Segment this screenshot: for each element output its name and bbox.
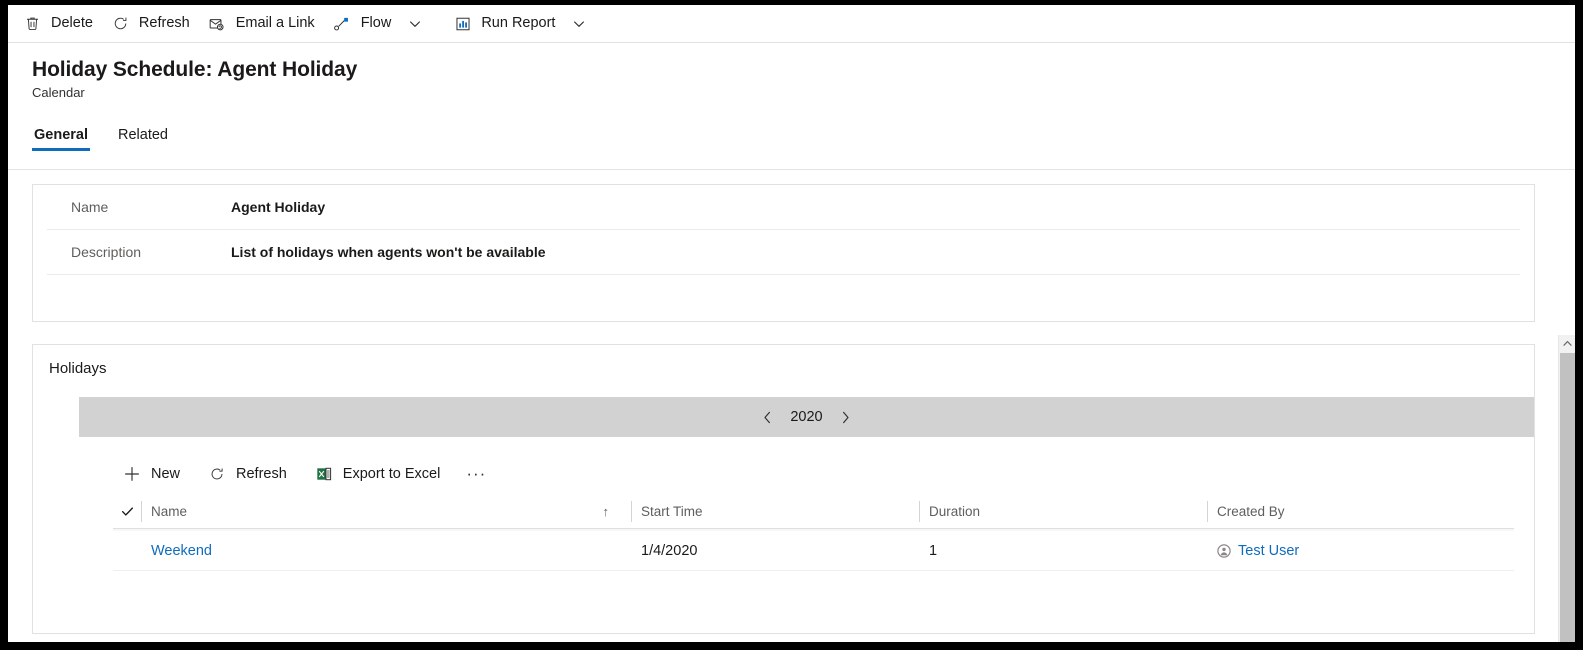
tab-related[interactable]: Related	[116, 127, 170, 151]
holidays-section-title: Holidays	[49, 360, 107, 377]
column-header-duration[interactable]: Duration	[919, 495, 1207, 528]
new-button[interactable]: New	[113, 458, 190, 490]
excel-icon	[315, 465, 333, 483]
cell-name: Weekend	[141, 531, 631, 570]
description-field-label: Description	[71, 244, 142, 260]
delete-label: Delete	[51, 15, 93, 32]
cell-duration: 1	[929, 542, 938, 559]
column-header-name-label: Name	[151, 504, 188, 519]
holidays-section-panel: Holidays 2020 New Refresh Export to Exce…	[32, 344, 1535, 634]
email-link-icon	[208, 14, 227, 33]
description-field-value[interactable]: List of holidays when agents won't be av…	[231, 244, 546, 260]
app-frame: Delete Refresh Email a Link Flow Run Rep…	[8, 5, 1575, 642]
export-to-excel-label: Export to Excel	[342, 466, 441, 482]
run-report-label: Run Report	[481, 15, 556, 32]
run-report-chevron-down-icon[interactable]	[566, 9, 592, 39]
flow-button[interactable]: Flow	[324, 7, 401, 41]
subgrid-refresh-button[interactable]: Refresh	[198, 458, 297, 490]
sort-ascending-icon: ↑	[602, 504, 610, 519]
report-icon	[453, 14, 472, 33]
plus-icon	[123, 465, 141, 483]
year-navigation: 2020	[754, 404, 858, 430]
page-title: Holiday Schedule: Agent Holiday	[32, 58, 358, 81]
subgrid-command-bar: New Refresh Export to Excel ···	[113, 453, 1534, 495]
column-header-duration-label: Duration	[929, 504, 981, 519]
column-header-start-time-label: Start Time	[641, 504, 703, 519]
next-year-button[interactable]	[833, 404, 859, 430]
holidays-grid: Name ↑ Start Time Duration Created By We…	[113, 495, 1514, 571]
run-report-button[interactable]: Run Report	[444, 7, 564, 41]
page-subtitle: Calendar	[32, 85, 85, 100]
tab-general-label: General	[34, 127, 88, 143]
flow-label: Flow	[360, 15, 392, 32]
new-label: New	[151, 466, 181, 482]
refresh-icon	[111, 14, 130, 33]
email-a-link-button[interactable]: Email a Link	[199, 7, 324, 41]
general-section-panel: Name Agent Holiday Description List of h…	[32, 184, 1535, 322]
previous-year-button[interactable]	[754, 404, 780, 430]
cell-start-time: 1/4/2020	[641, 542, 698, 559]
grid-header-row: Name ↑ Start Time Duration Created By	[113, 495, 1514, 529]
field-row-description: Description List of holidays when agents…	[47, 230, 1520, 275]
tab-general[interactable]: General	[32, 127, 90, 151]
refresh-button[interactable]: Refresh	[102, 7, 199, 41]
avatar	[1217, 543, 1231, 558]
year-navigation-bar: 2020	[79, 397, 1534, 437]
subgrid-refresh-label: Refresh	[236, 466, 287, 482]
export-to-excel-button[interactable]: Export to Excel	[305, 458, 451, 490]
form-scroll-area: Name Agent Holiday Description List of h…	[8, 169, 1575, 642]
email-a-link-label: Email a Link	[235, 15, 315, 32]
created-by-link[interactable]: Test User	[1238, 543, 1299, 559]
name-field-label: Name	[71, 199, 109, 215]
cell-created-by: Test User	[1207, 531, 1497, 570]
more-commands-button[interactable]: ···	[462, 460, 490, 488]
column-header-start-time[interactable]: Start Time	[631, 495, 919, 528]
vertical-scrollbar[interactable]	[1558, 335, 1575, 642]
trash-icon	[23, 14, 42, 33]
holiday-name-link[interactable]: Weekend	[151, 543, 212, 559]
field-row-name: Name Agent Holiday	[47, 185, 1520, 230]
title-block: Holiday Schedule: Agent Holiday Calendar	[8, 43, 1575, 102]
select-all-checkbox[interactable]	[113, 505, 141, 518]
delete-button[interactable]: Delete	[14, 7, 102, 41]
flow-chevron-down-icon[interactable]	[402, 9, 428, 39]
refresh-icon	[208, 465, 226, 483]
scrollbar-thumb[interactable]	[1560, 353, 1575, 642]
column-header-created-by[interactable]: Created By	[1207, 495, 1497, 528]
column-header-name[interactable]: Name ↑	[141, 495, 631, 528]
refresh-label: Refresh	[138, 15, 190, 32]
tab-related-label: Related	[118, 127, 168, 143]
scroll-up-button[interactable]	[1559, 335, 1575, 352]
year-value: 2020	[790, 409, 823, 425]
command-bar: Delete Refresh Email a Link Flow Run Rep…	[8, 5, 1575, 43]
flow-icon	[333, 14, 352, 33]
column-header-created-by-label: Created By	[1217, 504, 1285, 519]
tab-list: General Related	[8, 115, 1575, 151]
name-field-value[interactable]: Agent Holiday	[231, 199, 325, 215]
field-row-empty	[47, 275, 1520, 320]
table-row[interactable]: Weekend 1/4/2020 1 Test User	[113, 529, 1514, 571]
